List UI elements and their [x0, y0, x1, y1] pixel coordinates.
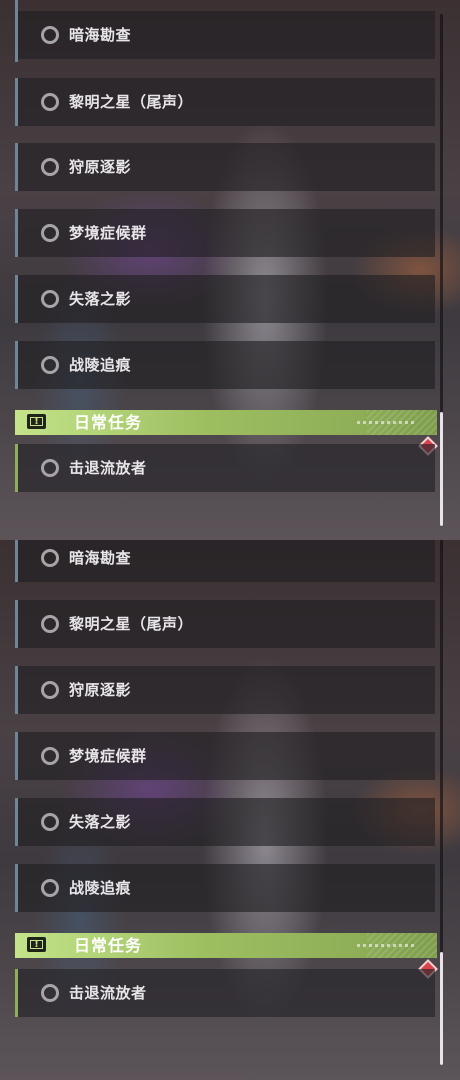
quest-row-daily[interactable]: 击退流放者 [15, 969, 435, 1017]
scrollbar-thumb[interactable] [440, 952, 443, 1065]
radio-icon [41, 549, 59, 567]
quest-label: 狩原逐影 [69, 158, 132, 176]
quest-label: 战陵追痕 [69, 879, 132, 897]
quest-row[interactable]: 黎明之星（尾声） [15, 78, 435, 126]
quest-row[interactable]: 失落之影 [15, 798, 435, 846]
radio-icon [41, 224, 59, 242]
quest-label: 梦境症候群 [69, 747, 147, 765]
quest-label: 梦境症候群 [69, 224, 147, 242]
quest-row[interactable]: 狩原逐影 [15, 666, 435, 714]
radio-icon [41, 879, 59, 897]
radio-icon [41, 290, 59, 308]
daily-quests-header[interactable]: ! 日常任务 [15, 410, 437, 435]
quest-label: 战陵追痕 [69, 356, 132, 374]
scrollbar-thumb[interactable] [440, 412, 443, 526]
quest-list-panel-bottom: 暗海勘查 黎明之星（尾声） 狩原逐影 梦境症候群 失落之影 战陵追痕 ! 日常任… [0, 540, 460, 1080]
quest-row[interactable]: 梦境症候群 [15, 732, 435, 780]
section-title: 日常任务 [74, 413, 143, 432]
radio-icon [41, 158, 59, 176]
quest-label: 暗海勘查 [69, 26, 132, 44]
quest-label: 击退流放者 [69, 459, 147, 477]
quest-row[interactable]: 战陵追痕 [15, 864, 435, 912]
quest-label: 暗海勘查 [69, 549, 132, 567]
quest-row[interactable]: 梦境症候群 [15, 209, 435, 257]
radio-icon [41, 356, 59, 374]
radio-icon [41, 459, 59, 477]
alert-icon: ! [27, 937, 46, 952]
quest-label: 黎明之星（尾声） [69, 615, 194, 633]
quest-row[interactable]: 狩原逐影 [15, 143, 435, 191]
quest-row[interactable]: 暗海勘查 [15, 11, 435, 59]
radio-icon [41, 26, 59, 44]
quest-row[interactable]: 战陵追痕 [15, 341, 435, 389]
quest-row[interactable]: 黎明之星（尾声） [15, 600, 435, 648]
radio-icon [41, 747, 59, 765]
quest-label: 击退流放者 [69, 984, 147, 1002]
radio-icon [41, 93, 59, 111]
quest-row[interactable]: 暗海勘查 [15, 540, 435, 582]
radio-icon [41, 681, 59, 699]
quest-label: 失落之影 [69, 813, 132, 831]
quest-list-panel-top: 暗海勘查 黎明之星（尾声） 狩原逐影 梦境症候群 失落之影 战陵追痕 ! 日常任… [0, 0, 460, 540]
section-title: 日常任务 [74, 936, 143, 955]
radio-icon [41, 984, 59, 1002]
daily-quests-header[interactable]: ! 日常任务 [15, 933, 437, 958]
header-dots-decoration [357, 421, 415, 424]
radio-icon [41, 813, 59, 831]
quest-row[interactable]: 失落之影 [15, 275, 435, 323]
quest-row-daily[interactable]: 击退流放者 [15, 444, 435, 492]
header-dots-decoration [357, 944, 415, 947]
quest-label: 狩原逐影 [69, 681, 132, 699]
alert-icon: ! [27, 414, 46, 429]
quest-label: 失落之影 [69, 290, 132, 308]
quest-label: 黎明之星（尾声） [69, 93, 194, 111]
radio-icon [41, 615, 59, 633]
